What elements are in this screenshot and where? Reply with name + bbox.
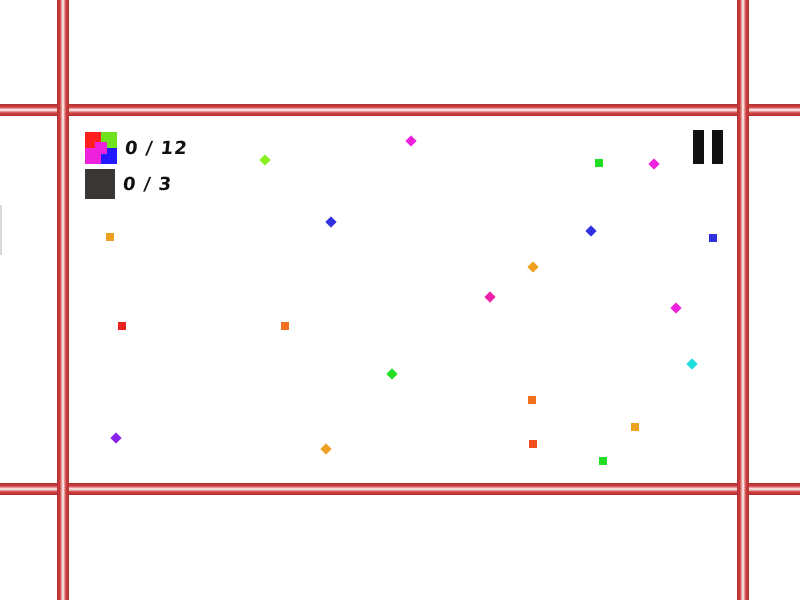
grid-line-left xyxy=(57,0,69,600)
gem[interactable] xyxy=(118,322,126,330)
gem[interactable] xyxy=(599,457,607,465)
gem[interactable] xyxy=(405,135,417,147)
gem[interactable] xyxy=(106,233,114,241)
gem[interactable] xyxy=(325,216,337,228)
gem[interactable] xyxy=(386,368,398,380)
gem[interactable] xyxy=(709,234,717,242)
dark-block-icon xyxy=(85,169,115,199)
gem[interactable] xyxy=(595,159,603,167)
gem[interactable] xyxy=(110,432,122,444)
edge-marker xyxy=(0,205,2,255)
gem[interactable] xyxy=(528,396,536,404)
gem[interactable] xyxy=(529,440,537,448)
pause-button[interactable] xyxy=(693,130,727,164)
gem[interactable] xyxy=(281,322,289,330)
blocks-counter-row: 0 / 3 xyxy=(85,169,174,199)
gem[interactable] xyxy=(259,154,271,166)
gems-counter: 0 / 12 xyxy=(123,137,189,159)
gems-counter-row: 0 / 12 xyxy=(85,132,189,164)
grid-line-right xyxy=(737,0,749,600)
grid-line-top xyxy=(0,104,800,116)
pause-icon xyxy=(693,130,704,164)
pause-icon xyxy=(712,130,723,164)
gem[interactable] xyxy=(670,302,682,314)
gem[interactable] xyxy=(527,261,539,273)
grid-line-bottom xyxy=(0,483,800,495)
blocks-counter: 0 / 3 xyxy=(121,173,174,195)
gem[interactable] xyxy=(484,291,496,303)
gem[interactable] xyxy=(686,358,698,370)
colored-gems-icon xyxy=(85,132,117,164)
gem[interactable] xyxy=(648,158,660,170)
gem[interactable] xyxy=(585,225,597,237)
gem[interactable] xyxy=(631,423,639,431)
gem[interactable] xyxy=(320,443,332,455)
